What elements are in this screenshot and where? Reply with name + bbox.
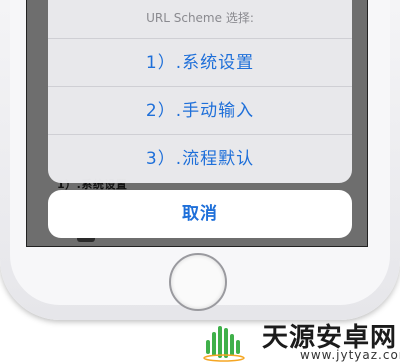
android-logo-icon (203, 326, 245, 362)
option-manual-input[interactable]: 2）.手动输入 (48, 86, 352, 135)
option-system-settings[interactable]: 1）.系统设置 (48, 38, 352, 87)
watermark: 天源安卓网 www.jytyaz.com (200, 318, 400, 362)
home-button[interactable] (169, 253, 227, 311)
action-sheet-title: URL Scheme 选择: (146, 11, 254, 25)
watermark-url: www.jytyaz.com (300, 348, 400, 362)
action-sheet: URL Scheme 选择: 1）.系统设置 2）.手动输入 3）.流程默认 (48, 0, 352, 183)
option-flow-default[interactable]: 3）.流程默认 (48, 134, 352, 183)
cancel-button[interactable]: 取消 (48, 190, 352, 238)
